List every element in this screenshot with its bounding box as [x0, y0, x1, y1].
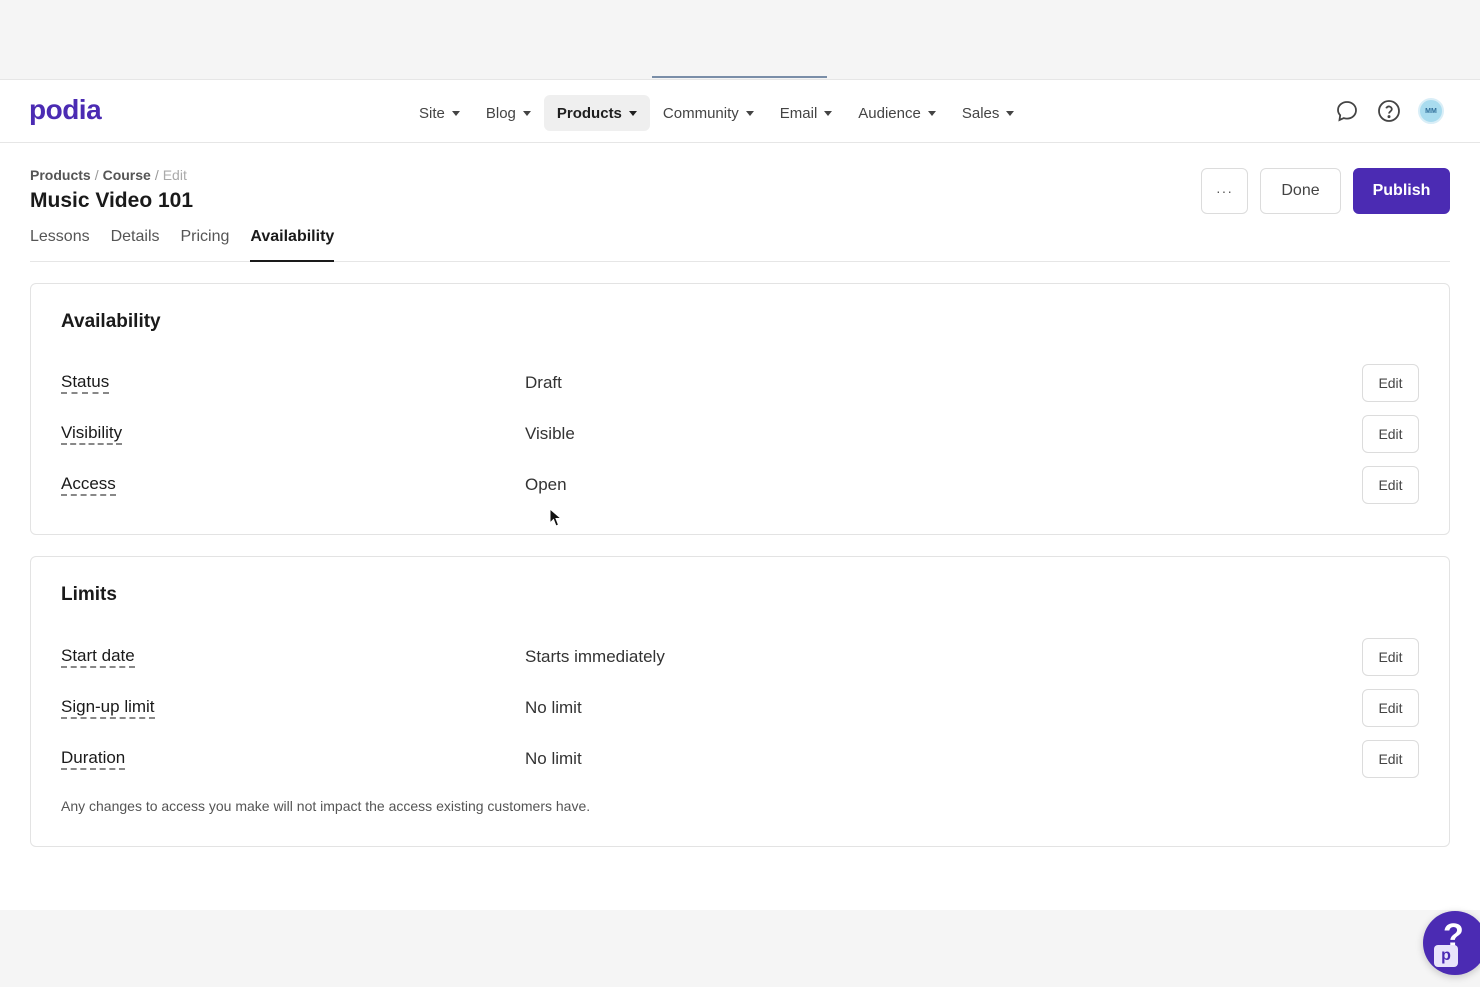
browser-chrome: [0, 0, 1480, 79]
breadcrumb-edit: Edit: [162, 167, 187, 183]
access-change-note: Any changes to access you make will not …: [61, 798, 591, 814]
start-date-row: Start date Starts immediately Edit: [61, 637, 1419, 677]
edit-visibility-button[interactable]: Edit: [1362, 415, 1419, 453]
sign-up-limit-value: No limit: [525, 698, 582, 717]
nav-item-label: Community: [662, 104, 739, 122]
app: podia Site Blog Products Community Email: [0, 79, 1480, 975]
breadcrumb-course[interactable]: Course: [103, 167, 151, 183]
caret-down-icon: [745, 110, 754, 116]
caret-down-icon: [927, 110, 936, 116]
access-row: Access Open Edit: [61, 465, 1419, 505]
caret-down-icon: [1006, 110, 1015, 116]
help-circle-icon[interactable]: [1376, 98, 1402, 124]
top-navigation: podia Site Blog Products Community Email: [0, 79, 1480, 143]
edit-start-date-button[interactable]: Edit: [1362, 638, 1419, 676]
product-tabs: Lessons Details Pricing Availability: [30, 224, 1450, 262]
nav-item-products[interactable]: Products: [543, 95, 650, 131]
tab-lessons[interactable]: Lessons: [30, 224, 90, 262]
duration-value: No limit: [525, 749, 582, 768]
nav-item-blog[interactable]: Blog: [473, 95, 544, 131]
more-options-button[interactable]: ···: [1201, 168, 1248, 214]
access-value: Open: [525, 475, 567, 494]
edit-sign-up-limit-button[interactable]: Edit: [1362, 689, 1419, 727]
nav-item-label: Site: [419, 104, 445, 122]
cursor-arrow-icon: [549, 508, 563, 527]
status-row: Status Draft Edit: [61, 363, 1419, 403]
duration-row: Duration No limit Edit: [61, 739, 1419, 779]
availability-card: Availability Status Draft Edit Visibilit…: [30, 283, 1450, 535]
podia-logo[interactable]: podia: [29, 94, 102, 126]
nav-item-sales[interactable]: Sales: [949, 95, 1028, 131]
visibility-label[interactable]: Visibility: [61, 424, 123, 445]
nav-item-label: Sales: [961, 104, 1000, 122]
edit-duration-button[interactable]: Edit: [1362, 740, 1419, 778]
tab-details[interactable]: Details: [111, 224, 160, 262]
avatar[interactable]: MM: [1418, 98, 1444, 124]
avatar-initials: MM: [1425, 107, 1437, 115]
status-value: Draft: [525, 373, 562, 392]
nav-item-label: Blog: [485, 104, 516, 122]
sign-up-limit-label[interactable]: Sign-up limit: [61, 698, 155, 719]
duration-label[interactable]: Duration: [61, 749, 126, 770]
limits-title: Limits: [61, 584, 117, 605]
main-menu: Site Blog Products Community Email Audie…: [406, 95, 1027, 131]
caret-down-icon: [824, 110, 833, 116]
caret-down-icon: [628, 110, 637, 116]
nav-item-label: Email: [779, 104, 818, 122]
page-load-progress: [652, 76, 827, 78]
access-label[interactable]: Access: [61, 475, 116, 496]
nav-item-audience[interactable]: Audience: [845, 95, 949, 131]
limits-card: Limits Start date Starts immediately Edi…: [30, 556, 1450, 847]
start-date-value: Starts immediately: [525, 647, 665, 666]
visibility-row: Visibility Visible Edit: [61, 414, 1419, 454]
nav-utilities: MM: [1334, 98, 1444, 124]
start-date-label[interactable]: Start date: [61, 647, 135, 668]
visibility-value: Visible: [525, 424, 575, 443]
nav-item-email[interactable]: Email: [767, 95, 846, 131]
caret-down-icon: [451, 110, 460, 116]
availability-title: Availability: [61, 311, 161, 332]
done-button[interactable]: Done: [1260, 168, 1341, 214]
tab-availability[interactable]: Availability: [250, 224, 335, 262]
sign-up-limit-row: Sign-up limit No limit Edit: [61, 688, 1419, 728]
breadcrumb-products[interactable]: Products: [30, 167, 91, 183]
publish-button[interactable]: Publish: [1353, 168, 1450, 214]
tab-pricing[interactable]: Pricing: [181, 224, 230, 262]
edit-status-button[interactable]: Edit: [1362, 364, 1419, 402]
caret-down-icon: [522, 110, 531, 116]
nav-item-community[interactable]: Community: [650, 95, 767, 131]
nav-item-site[interactable]: Site: [406, 95, 473, 131]
help-widget-button[interactable]: ? p: [1423, 911, 1480, 975]
nav-item-label: Products: [556, 104, 622, 122]
podia-badge: p: [1434, 945, 1458, 967]
nav-item-label: Audience: [858, 104, 921, 122]
edit-access-button[interactable]: Edit: [1362, 466, 1419, 504]
status-label[interactable]: Status: [61, 373, 110, 394]
chat-bubble-icon[interactable]: [1334, 98, 1360, 124]
header-actions: ··· Done Publish: [1201, 168, 1450, 214]
